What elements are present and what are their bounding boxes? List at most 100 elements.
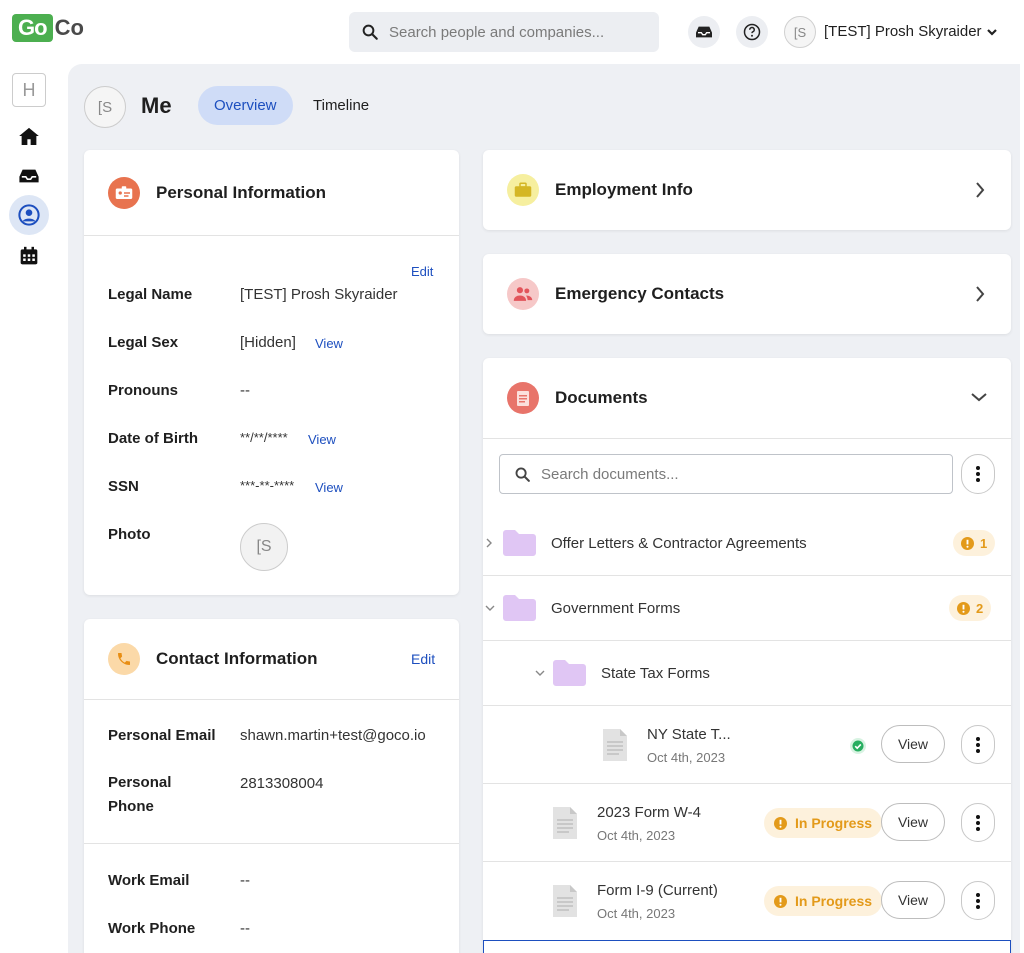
personal-email-label: Personal Email — [108, 727, 216, 744]
chevron-down-icon[interactable] — [485, 605, 495, 612]
nav-calendar[interactable] — [9, 236, 49, 276]
home-icon — [19, 127, 39, 145]
emergency-contacts-title: Emergency Contacts — [555, 284, 725, 303]
user-name: [TEST] Prosh Skyraider — [824, 23, 982, 40]
document-more-button[interactable] — [961, 803, 995, 842]
warning-icon — [774, 894, 787, 908]
chevron-down-icon[interactable] — [971, 392, 987, 402]
view-document-button[interactable]: View — [881, 725, 945, 763]
employment-info-title: Employment Info — [555, 180, 693, 199]
status-text: In Progress — [795, 815, 873, 831]
document-date: Oct 4th, 2023 — [647, 750, 726, 765]
view-dob-link[interactable]: View — [308, 432, 336, 447]
tab-timeline[interactable]: Timeline — [297, 86, 385, 125]
user-menu[interactable]: [TEST] Prosh Skyraider — [824, 23, 998, 40]
logo-co: Co — [54, 15, 84, 40]
ssn-label: SSN — [108, 478, 139, 495]
document-more-button[interactable] — [961, 881, 995, 920]
view-legal-sex-link[interactable]: View — [315, 336, 343, 351]
legal-sex-value: [Hidden] — [240, 334, 296, 351]
view-document-button[interactable]: View — [881, 881, 945, 919]
legal-sex-label: Legal Sex — [108, 334, 179, 351]
kebab-icon — [976, 466, 980, 482]
phone-icon — [108, 643, 140, 675]
top-bar: Go Co Search people and companies... [S … — [0, 0, 1024, 64]
folder-name: State Tax Forms — [601, 665, 710, 682]
search-icon — [362, 24, 378, 40]
user-avatar[interactable]: [S — [784, 16, 816, 48]
warning-count: 1 — [980, 535, 988, 551]
work-phone-label: Work Phone — [108, 920, 196, 937]
edit-personal-info-link[interactable]: Edit — [411, 264, 433, 279]
document-name[interactable]: Form I-9 (Current) — [597, 882, 718, 899]
org-switcher[interactable]: H — [12, 73, 46, 107]
folder-name: Government Forms — [551, 600, 681, 617]
document-icon — [507, 382, 539, 414]
divider — [84, 843, 459, 844]
people-icon — [507, 278, 539, 310]
divider — [483, 438, 1011, 439]
inbox-button[interactable] — [688, 16, 720, 48]
warning-icon — [957, 601, 970, 615]
card-header: Personal Information — [84, 150, 459, 235]
nav-profile[interactable] — [9, 195, 49, 235]
edit-contact-info-link[interactable]: Edit — [411, 651, 435, 667]
search-placeholder: Search people and companies... — [389, 23, 605, 41]
folder-name: Offer Letters & Contractor Agreements — [551, 535, 807, 552]
warning-icon — [774, 816, 787, 830]
chevron-right-icon — [976, 182, 985, 198]
documents-title: Documents — [555, 388, 648, 407]
folder-icon — [503, 530, 536, 556]
warning-count-badge: 2 — [949, 595, 992, 621]
divider — [84, 699, 459, 700]
view-ssn-link[interactable]: View — [315, 480, 343, 495]
chevron-right-icon[interactable] — [486, 538, 493, 548]
employment-info-card[interactable]: Employment Info — [483, 150, 1011, 230]
chevron-down-icon[interactable] — [535, 670, 545, 677]
search-icon — [515, 467, 530, 482]
tab-overview[interactable]: Overview — [198, 86, 293, 125]
kebab-icon — [976, 814, 980, 831]
folder-row-government-forms[interactable]: Government Forms 2 — [483, 576, 1011, 641]
goco-logo[interactable]: Go Co — [12, 14, 84, 42]
document-search-placeholder: Search documents... — [541, 465, 679, 483]
emergency-contacts-card[interactable]: Emergency Contacts — [483, 254, 1011, 334]
photo-avatar[interactable]: [S — [240, 523, 288, 571]
kebab-icon — [976, 892, 980, 909]
folder-row-state-tax-forms[interactable]: State Tax Forms — [483, 641, 1011, 706]
profile-avatar: [S — [84, 86, 126, 128]
document-search-input[interactable]: Search documents... — [499, 454, 953, 494]
nav-inbox[interactable] — [9, 156, 49, 196]
dob-value: **/**/**** — [240, 430, 288, 445]
document-row[interactable]: 2023 Form W-4 Oct 4th, 2023 In Progress … — [483, 784, 1011, 862]
documents-card: Documents Search documents... Offer Lett… — [483, 358, 1011, 953]
pronouns-value: -- — [240, 382, 250, 399]
document-name[interactable]: 2023 Form W-4 — [597, 804, 701, 821]
card-header: Employment Info — [483, 150, 1011, 230]
document-name[interactable]: NY State T... — [647, 726, 731, 743]
check-circle-icon — [850, 738, 866, 754]
help-button[interactable] — [736, 16, 768, 48]
warning-icon — [961, 536, 974, 550]
status-text: In Progress — [795, 893, 873, 909]
card-header[interactable]: Documents — [483, 358, 1011, 438]
document-row[interactable]: Form I-9 (Current) Oct 4th, 2023 In Prog… — [483, 862, 1011, 940]
contact-info-title: Contact Information — [156, 649, 318, 668]
personal-info-title: Personal Information — [156, 182, 327, 202]
photo-label: Photo — [108, 526, 151, 543]
nav-home[interactable] — [9, 116, 49, 156]
view-document-button[interactable]: View — [881, 803, 945, 841]
folder-row-offer-letters[interactable]: Offer Letters & Contractor Agreements 1 — [483, 511, 1011, 576]
document-date: Oct 4th, 2023 — [597, 828, 676, 843]
user-circle-icon — [18, 204, 40, 226]
briefcase-icon — [507, 174, 539, 206]
document-more-button[interactable] — [961, 725, 995, 764]
documents-more-button[interactable] — [961, 454, 995, 494]
ssn-value: ***-**-**** — [240, 478, 295, 493]
personal-phone-value: 2813308004 — [240, 775, 324, 792]
global-search-input[interactable]: Search people and companies... — [349, 12, 659, 52]
personal-phone-label: Personal Phone — [108, 774, 172, 815]
work-phone-value: -- — [240, 920, 250, 937]
document-row[interactable]: NY State T... Oct 4th, 2023 View — [483, 706, 1011, 784]
card-header: Emergency Contacts — [483, 254, 1011, 334]
